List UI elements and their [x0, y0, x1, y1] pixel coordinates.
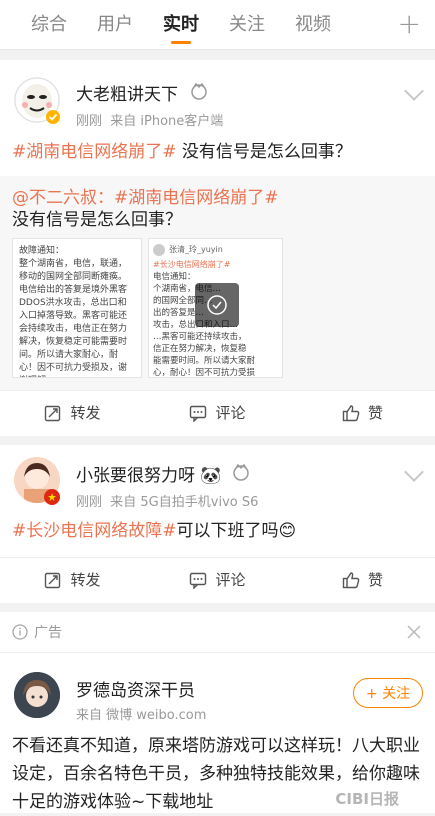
comment-icon	[190, 572, 207, 589]
tab-following[interactable]: 关注	[229, 0, 265, 50]
repost-button[interactable]: 转发	[0, 558, 145, 601]
author-name[interactable]: 罗德岛资深干员	[76, 676, 195, 701]
post-text: #长沙电信网络故障#可以下班了吗😊	[12, 521, 297, 541]
watermark: CIBI日报	[335, 790, 399, 808]
chevron-down-icon[interactable]	[404, 81, 424, 101]
follow-button[interactable]: + 关注	[353, 678, 423, 708]
hashtag-link[interactable]: #长沙电信网络故障#	[12, 521, 177, 541]
close-icon[interactable]	[407, 625, 421, 639]
tab-video[interactable]: 视频	[295, 0, 331, 50]
author-name[interactable]: 大老粗讲天下	[76, 80, 178, 105]
mention-link[interactable]: @不二六叔	[12, 188, 97, 208]
chevron-down-icon[interactable]	[404, 462, 424, 482]
tab-realtime[interactable]: 实时	[163, 0, 199, 50]
tab-comprehensive[interactable]: 综合	[31, 0, 67, 50]
comment-button[interactable]: 评论	[145, 391, 290, 434]
panda-emoji: 🐼	[200, 466, 222, 486]
comment-icon	[190, 405, 207, 422]
post-actions: 转发 评论 赞	[0, 390, 435, 434]
post-card-2: 小张要很努力呀 🐼 刚刚 来自 5G自拍手机vivo S6 #长沙电信网络故障#…	[0, 445, 435, 603]
play-overlay-icon	[195, 283, 239, 327]
hashtag-link[interactable]: #湖南电信网络崩了#	[12, 142, 177, 162]
post-time: 刚刚	[76, 114, 103, 129]
ad-card: 广告 罗德岛资深干员 来自 微博 weibo.com + 关注 不看还真不知道，…	[0, 612, 435, 813]
post-source: 来自 iPhone客户端	[110, 114, 224, 129]
repost-block[interactable]: @不二六叔：#湖南电信网络崩了# 没有信号是怎么回事？ 故障通知： 整个湖南省，…	[0, 176, 435, 390]
tab-users[interactable]: 用户	[97, 0, 133, 50]
repost-button[interactable]: 转发	[0, 391, 145, 434]
divider	[0, 652, 435, 653]
small-avatar	[153, 243, 165, 256]
flag-badge-icon	[44, 489, 60, 505]
post-text: #湖南电信网络崩了# 没有信号是怎么回事？	[12, 142, 352, 162]
verified-badge-icon	[46, 110, 60, 124]
thumbs-up-icon	[342, 571, 360, 588]
anime-character-icon	[14, 672, 60, 718]
ad-label: 广告	[34, 625, 62, 641]
vip-crown-icon	[191, 82, 207, 100]
post-source: 来自 微博 weibo.com	[76, 708, 207, 723]
repost-image-2[interactable]: 张清_玲_yuyin #长沙电信网络崩了# 电信通知： 个湖南省，电信… 的国网…	[148, 238, 283, 378]
active-tab-underline	[171, 40, 191, 44]
repost-hashtag-link[interactable]: #湖南电信网络崩了#	[114, 188, 279, 208]
post-meta: 刚刚 来自 iPhone客户端	[76, 110, 223, 129]
post-card-1: 大老粗讲天下 刚刚 来自 iPhone客户端 #湖南电信网络崩了# 没有信号是怎…	[0, 60, 435, 436]
repost-icon	[45, 405, 61, 421]
post-meta: 刚刚 来自 5G自拍手机vivo S6	[76, 491, 258, 510]
top-tab-bar: 综合 用户 实时 关注 视频 +	[0, 0, 435, 50]
repost-image-1[interactable]: 故障通知： 整个湖南省，电信，联通，移动的国网全部同断瘫痪。电信给出的答复是境外…	[12, 238, 142, 378]
avatar[interactable]	[14, 672, 60, 718]
repost-body: 没有信号是怎么回事？	[12, 210, 182, 230]
post-time: 刚刚	[76, 495, 103, 510]
author-name[interactable]: 小张要很努力呀 🐼	[76, 461, 222, 486]
vip-crown-icon	[233, 463, 249, 481]
info-icon	[12, 624, 28, 640]
repost-icon	[45, 572, 61, 588]
post-actions: 转发 评论 赞	[0, 557, 435, 601]
like-button[interactable]: 赞	[290, 558, 435, 601]
thumbs-up-icon	[342, 404, 360, 421]
add-tab-button[interactable]: +	[398, 9, 421, 39]
like-button[interactable]: 赞	[290, 391, 435, 434]
post-source: 来自 5G自拍手机vivo S6	[110, 495, 259, 510]
smile-emoji: 😊	[278, 521, 297, 541]
comment-button[interactable]: 评论	[145, 558, 290, 601]
